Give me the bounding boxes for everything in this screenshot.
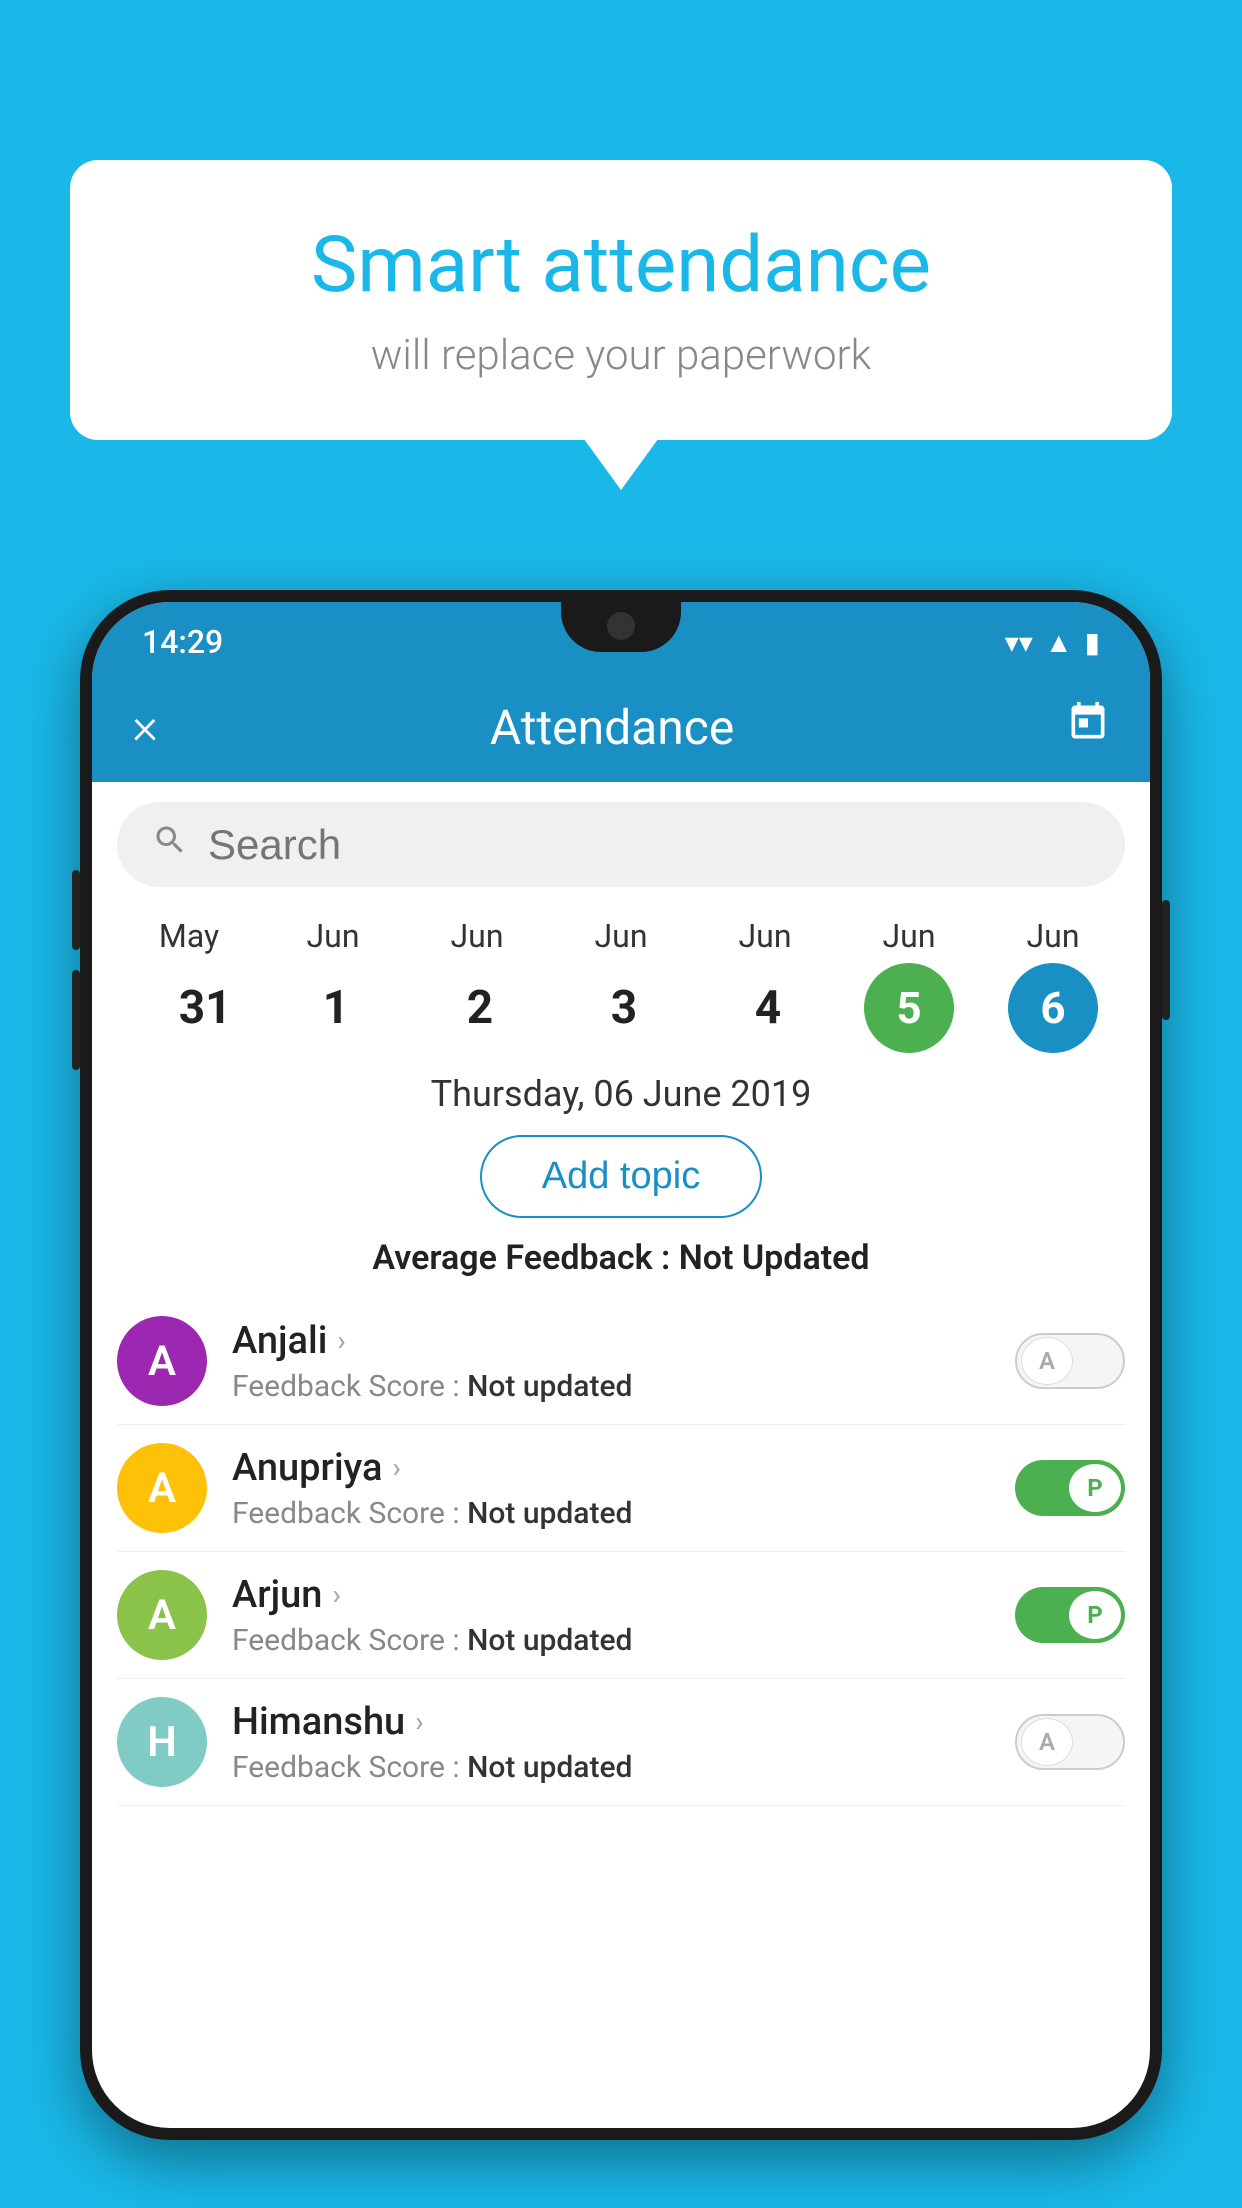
status-time: 14:29 — [142, 623, 223, 661]
attendance-toggle-himanshu[interactable]: A — [1015, 1714, 1125, 1770]
calendar-dates-row[interactable]: 31 1 2 3 4 5 — [117, 963, 1125, 1053]
calendar-day-31[interactable]: 31 — [117, 971, 261, 1045]
phone-notch — [561, 602, 681, 652]
search-icon — [152, 821, 188, 868]
avatar-arjun: A — [117, 1570, 207, 1660]
toggle-knob-anjali: A — [1021, 1337, 1073, 1385]
calendar-day-6[interactable]: 6 — [981, 963, 1125, 1053]
chevron-icon-anupriya: › — [392, 1451, 400, 1484]
phone-screen: 14:29 ▾▾ ▲ ▮ × Attendance — [92, 602, 1150, 2128]
calendar-strip: May Jun Jun Jun Jun Jun Jun 31 1 — [92, 907, 1150, 1053]
close-button[interactable]: × — [132, 698, 158, 756]
calendar-day-3[interactable]: 3 — [549, 971, 693, 1045]
calendar-month-1: Jun — [261, 917, 405, 955]
student-info-anjali: Anjali › Feedback Score : Not updated — [232, 1319, 990, 1404]
phone-outer: 14:29 ▾▾ ▲ ▮ × Attendance — [80, 590, 1162, 2140]
bubble-subtitle: will replace your paperwork — [150, 331, 1092, 380]
volume-up-button[interactable] — [72, 870, 80, 950]
search-bar[interactable] — [117, 802, 1125, 887]
speech-bubble: Smart attendance will replace your paper… — [70, 160, 1172, 440]
toggle-knob-himanshu: A — [1021, 1718, 1073, 1766]
student-feedback-anjali: Feedback Score : Not updated — [232, 1369, 990, 1404]
selected-date-label: Thursday, 06 June 2019 — [92, 1073, 1150, 1115]
student-feedback-arjun: Feedback Score : Not updated — [232, 1623, 990, 1658]
calendar-month-5: Jun — [837, 917, 981, 955]
attendance-toggle-anjali[interactable]: A — [1015, 1333, 1125, 1389]
calendar-month-6: Jun — [981, 917, 1125, 955]
signal-icon: ▲ — [1045, 626, 1073, 659]
student-info-arjun: Arjun › Feedback Score : Not updated — [232, 1573, 990, 1658]
chevron-icon-himanshu: › — [415, 1705, 423, 1738]
student-name-himanshu[interactable]: Himanshu › — [232, 1700, 990, 1744]
calendar-month-4: Jun — [693, 917, 837, 955]
toggle-knob-arjun: P — [1069, 1591, 1121, 1639]
battery-icon: ▮ — [1085, 626, 1100, 659]
calendar-day-1[interactable]: 1 — [261, 971, 405, 1045]
attendance-toggle-arjun[interactable]: P — [1015, 1587, 1125, 1643]
attendance-toggle-anupriya[interactable]: P — [1015, 1460, 1125, 1516]
calendar-day-2[interactable]: 2 — [405, 971, 549, 1045]
phone-container: 14:29 ▾▾ ▲ ▮ × Attendance — [80, 590, 1162, 2208]
front-camera — [607, 612, 635, 640]
app-header: × Attendance — [92, 672, 1150, 782]
avg-feedback-label: Average Feedback : — [372, 1238, 670, 1278]
speech-bubble-container: Smart attendance will replace your paper… — [70, 160, 1172, 440]
header-title: Attendance — [490, 699, 735, 756]
student-item-himanshu[interactable]: H Himanshu › Feedback Score : Not update… — [117, 1679, 1125, 1806]
search-input[interactable] — [208, 821, 1090, 869]
chevron-icon-arjun: › — [332, 1578, 340, 1611]
avatar-himanshu: H — [117, 1697, 207, 1787]
student-feedback-himanshu: Feedback Score : Not updated — [232, 1750, 990, 1785]
average-feedback: Average Feedback : Not Updated — [92, 1238, 1150, 1278]
wifi-icon: ▾▾ — [1005, 626, 1033, 659]
student-item-arjun[interactable]: A Arjun › Feedback Score : Not updated P — [117, 1552, 1125, 1679]
student-list: A Anjali › Feedback Score : Not updated … — [92, 1298, 1150, 1806]
calendar-icon[interactable] — [1066, 700, 1110, 755]
student-feedback-anupriya: Feedback Score : Not updated — [232, 1496, 990, 1531]
bubble-title: Smart attendance — [150, 220, 1092, 311]
chevron-icon-anjali: › — [337, 1324, 345, 1357]
calendar-month-0: May — [117, 917, 261, 955]
power-button[interactable] — [1162, 900, 1170, 1020]
student-name-anjali[interactable]: Anjali › — [232, 1319, 990, 1363]
add-topic-button[interactable]: Add topic — [480, 1135, 762, 1218]
calendar-month-3: Jun — [549, 917, 693, 955]
student-name-arjun[interactable]: Arjun › — [232, 1573, 990, 1617]
avg-feedback-value: Not Updated — [679, 1238, 870, 1278]
student-info-himanshu: Himanshu › Feedback Score : Not updated — [232, 1700, 990, 1785]
avatar-anjali: A — [117, 1316, 207, 1406]
student-name-anupriya[interactable]: Anupriya › — [232, 1446, 990, 1490]
toggle-knob-anupriya: P — [1069, 1464, 1121, 1512]
student-info-anupriya: Anupriya › Feedback Score : Not updated — [232, 1446, 990, 1531]
volume-down-button[interactable] — [72, 970, 80, 1070]
student-item-anjali[interactable]: A Anjali › Feedback Score : Not updated … — [117, 1298, 1125, 1425]
calendar-day-4[interactable]: 4 — [693, 971, 837, 1045]
avatar-anupriya: A — [117, 1443, 207, 1533]
calendar-day-5[interactable]: 5 — [837, 963, 981, 1053]
calendar-month-2: Jun — [405, 917, 549, 955]
student-item-anupriya[interactable]: A Anupriya › Feedback Score : Not update… — [117, 1425, 1125, 1552]
calendar-months-row: May Jun Jun Jun Jun Jun Jun — [117, 917, 1125, 955]
status-icons: ▾▾ ▲ ▮ — [1005, 626, 1100, 659]
